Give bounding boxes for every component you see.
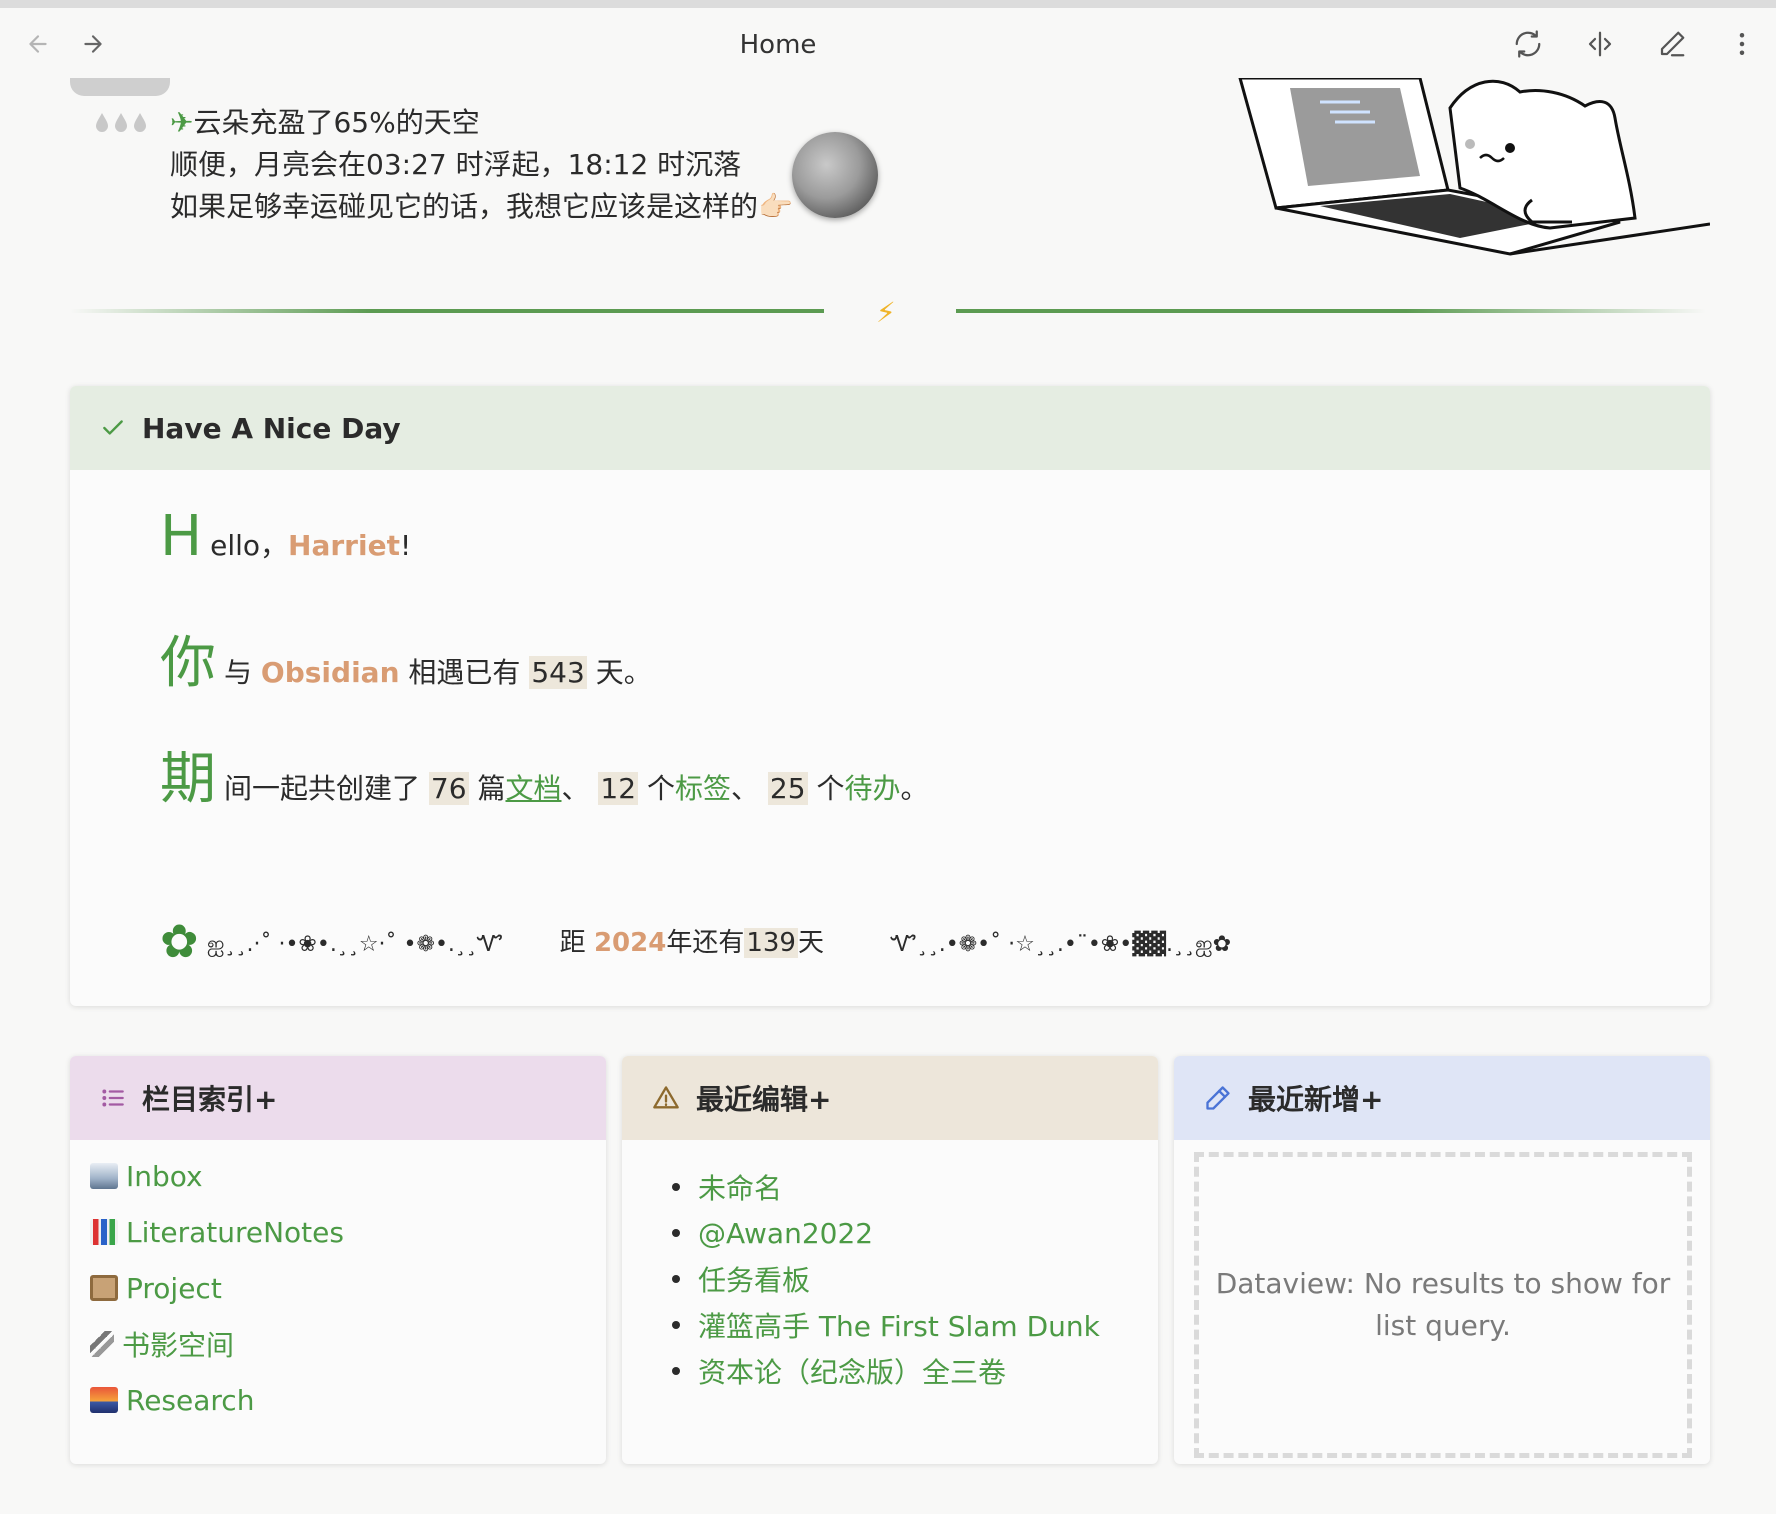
edit-button[interactable] — [1654, 26, 1690, 62]
sunset-picture-icon — [90, 1387, 118, 1413]
recent-new-card-header[interactable]: 最近新增+ — [1174, 1056, 1710, 1140]
edit-pencil-icon — [1660, 31, 1685, 57]
greeting-card-title: Have A Nice Day — [142, 411, 401, 445]
user-name: Harriet — [288, 529, 400, 562]
warning-triangle-icon — [652, 1084, 680, 1112]
hello-line: Hello，Harriet! — [160, 504, 412, 569]
decoration-left: ஐ¸¸.·˚ ·•❀•.¸¸☆·˚ •❁•.¸¸Ꮙ — [206, 932, 504, 957]
weather-line-1: ✈云朵充盈了65%的天空 — [170, 106, 480, 139]
index-item-literaturenotes[interactable]: LiteratureNotes — [70, 1204, 606, 1260]
list-icon — [100, 1085, 126, 1111]
index-item-research[interactable]: Research — [70, 1372, 606, 1428]
stats-line: 期间一起共创建了 76 篇文档、 12 个标签、 25 个待办。 — [160, 747, 929, 812]
docs-link[interactable]: 文档 — [505, 772, 561, 805]
tags-count: 12 — [598, 772, 639, 805]
bar-chart-icon — [90, 1219, 118, 1245]
countdown-line: ✿ ஐ¸¸.·˚ ·•❀•.¸¸☆·˚ •❁•.¸¸Ꮙ 距 2024年还有139… — [160, 914, 1232, 968]
raindrops-icon — [96, 113, 146, 132]
days-line: 你与 Obsidian 相遇已有 543 天。 — [160, 631, 652, 696]
index-item-books-films[interactable]: 书影空间 — [70, 1316, 606, 1372]
days-count: 543 — [529, 656, 587, 689]
more-options-button[interactable] — [1724, 26, 1760, 62]
divider-left — [70, 309, 824, 313]
clipboard-icon — [90, 1275, 118, 1301]
target-year: 2024 — [593, 928, 667, 958]
list-item[interactable]: 任务看板 — [622, 1256, 1158, 1302]
weather-line-3: 如果足够幸运碰见它的话，我想它应该是这样的👉🏻 — [170, 190, 793, 223]
cat-laptop-illustration — [1220, 78, 1710, 313]
dataview-empty-message: Dataview: No results to show for list qu… — [1194, 1152, 1692, 1458]
page-title: Home — [739, 30, 817, 60]
list-item[interactable]: @Awan2022 — [622, 1210, 1158, 1256]
index-card: 栏目索引+ Inbox LiteratureNotes Project 书影空间… — [70, 1056, 606, 1464]
list-item[interactable]: 未命名 — [622, 1164, 1158, 1210]
days-initial: 你 — [160, 631, 216, 696]
refresh-button[interactable] — [1510, 26, 1546, 62]
recent-edit-card: 最近编辑+ 未命名 @Awan2022 任务看板 灌篮高手 The First … — [622, 1056, 1158, 1464]
list-item[interactable]: 资本论（纪念版）全三卷 — [622, 1348, 1158, 1394]
index-item-inbox[interactable]: Inbox — [70, 1148, 606, 1204]
app-name: Obsidian — [260, 656, 400, 689]
toolbar: Home — [0, 8, 1776, 78]
recent-edit-list: 未命名 @Awan2022 任务看板 灌篮高手 The First Slam D… — [622, 1164, 1158, 1394]
recent-edit-card-header[interactable]: 最近编辑+ — [622, 1056, 1158, 1140]
lightning-icon: ⚡ — [876, 296, 896, 329]
split-view-button[interactable] — [1582, 26, 1618, 62]
hello-initial: H — [160, 504, 203, 569]
recent-edit-card-title: 最近编辑+ — [696, 1083, 832, 1116]
window-top-strip — [0, 0, 1776, 8]
inbox-tray-icon — [90, 1163, 118, 1189]
todo-link[interactable]: 待办 — [844, 772, 900, 805]
recent-new-card-title: 最近新增+ — [1248, 1083, 1384, 1116]
greeting-card-header: Have A Nice Day — [70, 386, 1710, 470]
split-view-icon — [1588, 31, 1612, 57]
checkmark-icon — [100, 415, 126, 441]
pencil-icon — [1204, 1084, 1232, 1112]
greeting-card: Have A Nice Day Hello，Harriet! 你与 Obsidi… — [70, 386, 1710, 1006]
plane-icon: ✈ — [170, 106, 194, 139]
note-content: ✈云朵充盈了65%的天空 顺便，月亮会在03:27 时浮起，18:12 时沉落 … — [0, 78, 1776, 1514]
tags-link[interactable]: 标签 — [675, 772, 731, 805]
countdown-days: 139 — [744, 928, 798, 958]
banner-tab — [70, 78, 170, 96]
todo-count: 25 — [767, 772, 808, 805]
index-card-title: 栏目索引+ — [142, 1083, 278, 1116]
divider-right — [956, 309, 1706, 313]
weather-line-2: 顺便，月亮会在03:27 时浮起，18:12 时沉落 — [170, 148, 742, 181]
index-card-header[interactable]: 栏目索引+ — [70, 1056, 606, 1140]
recent-new-card: 最近新增+ Dataview: No results to show for l… — [1174, 1056, 1710, 1464]
moon-image — [792, 132, 878, 218]
weather-text: ✈云朵充盈了65%的天空 顺便，月亮会在03:27 时浮起，18:12 时沉落 … — [170, 102, 793, 228]
clover-icon: ✿ — [160, 914, 199, 968]
stats-initial: 期 — [160, 747, 216, 812]
docs-count: 76 — [428, 772, 469, 805]
decoration-right: Ꮙ¸¸.•❁•˚ ·☆¸¸.•¨•❀•▓▓.¸¸ஐ✿ — [890, 932, 1232, 957]
paperclip-icon — [90, 1331, 114, 1357]
index-item-project[interactable]: Project — [70, 1260, 606, 1316]
list-item[interactable]: 灌篮高手 The First Slam Dunk — [622, 1302, 1158, 1348]
more-vertical-icon — [1739, 33, 1745, 55]
refresh-icon — [1515, 30, 1541, 58]
